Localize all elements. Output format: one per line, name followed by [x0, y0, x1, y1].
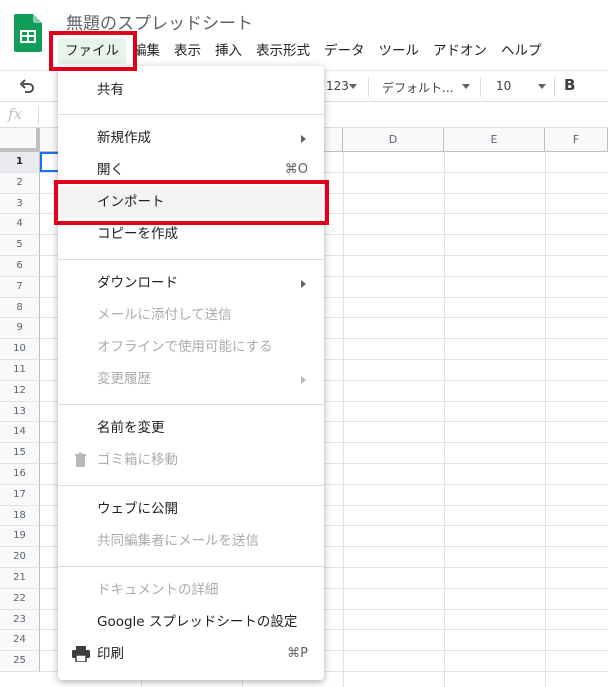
- row-header[interactable]: 16: [0, 464, 40, 485]
- menu-divider: [58, 566, 324, 567]
- bold-button[interactable]: B: [564, 76, 575, 94]
- highlight-box-file-menu: [49, 31, 137, 71]
- menu-item-settings[interactable]: Google スプレッドシートの設定: [58, 606, 324, 638]
- row-header[interactable]: 9: [0, 318, 40, 340]
- undo-icon[interactable]: [18, 77, 36, 95]
- grid-line: [545, 152, 546, 687]
- menu-item-email-collaborators: 共同編集者にメールを送信: [97, 533, 259, 549]
- column-header-d[interactable]: D: [343, 128, 444, 152]
- column-header-f[interactable]: F: [545, 128, 608, 152]
- sheets-logo-icon: [14, 14, 42, 52]
- column-header-e[interactable]: E: [444, 128, 545, 152]
- row-header[interactable]: 3: [0, 193, 40, 215]
- row-header[interactable]: 4: [0, 214, 40, 236]
- menu-item-publish-web[interactable]: ウェブに公開: [58, 493, 324, 525]
- menu-divider: [58, 259, 324, 260]
- row-header[interactable]: 8: [0, 297, 40, 319]
- row-header[interactable]: 22: [0, 588, 40, 610]
- menu-item-print[interactable]: 印刷 ⌘P: [58, 638, 324, 670]
- row-header[interactable]: 17: [0, 484, 40, 506]
- row-header[interactable]: 5: [0, 235, 40, 256]
- row-header[interactable]: 6: [0, 256, 40, 277]
- menu-divider: [58, 485, 324, 486]
- row-header[interactable]: 24: [0, 630, 40, 652]
- chevron-down-icon: [538, 84, 546, 89]
- menu-item-new[interactable]: 新規作成: [58, 122, 324, 154]
- menu-item-download[interactable]: ダウンロード: [58, 267, 324, 299]
- row-header[interactable]: 2: [0, 172, 40, 194]
- menu-data[interactable]: データ: [317, 38, 372, 64]
- grid-line: [343, 152, 344, 687]
- menu-insert[interactable]: 挿入: [208, 38, 249, 64]
- row-header[interactable]: 12: [0, 380, 40, 402]
- row-header[interactable]: 18: [0, 505, 40, 527]
- grid-line: [444, 152, 445, 687]
- row-header[interactable]: 1: [0, 152, 40, 173]
- submenu-arrow-icon: [301, 280, 306, 288]
- select-all-corner[interactable]: [0, 128, 40, 152]
- menu-item-version-history: 変更履歴: [58, 363, 324, 395]
- row-header[interactable]: 13: [0, 401, 40, 423]
- row-header[interactable]: 15: [0, 443, 40, 464]
- menu-item-document-details: ドキュメントの詳細: [97, 582, 219, 598]
- row-header[interactable]: 23: [0, 609, 40, 631]
- menu-divider: [58, 404, 324, 405]
- row-header[interactable]: 21: [0, 568, 40, 589]
- shortcut-label: ⌘P: [287, 646, 308, 661]
- toolbar-divider: [368, 77, 369, 97]
- row-header[interactable]: 25: [0, 651, 40, 672]
- row-header[interactable]: 7: [0, 276, 40, 298]
- trash-icon: [75, 452, 86, 467]
- submenu-arrow-icon: [301, 376, 306, 384]
- row-header[interactable]: 20: [0, 547, 40, 568]
- submenu-arrow-icon: [301, 135, 306, 143]
- toolbar-divider: [480, 77, 481, 97]
- menu-item-move-to-trash: ゴミ箱に移動: [58, 444, 324, 476]
- menu-divider: [58, 114, 324, 115]
- number-format-button[interactable]: 123: [326, 79, 349, 93]
- menu-item-share[interactable]: 共有: [58, 74, 324, 106]
- menu-addons[interactable]: アドオン: [426, 38, 494, 64]
- highlight-box-import: [54, 180, 329, 225]
- menu-item-offline: オフラインで使用可能にする: [97, 339, 273, 355]
- menu-item-rename[interactable]: 名前を変更: [58, 412, 324, 444]
- fx-icon: fx: [8, 105, 23, 123]
- chevron-down-icon: [349, 84, 357, 89]
- row-header[interactable]: 14: [0, 422, 40, 444]
- menu-item-email-attachment: メールに添付して送信: [97, 307, 232, 323]
- toolbar-divider: [554, 77, 555, 97]
- row-header[interactable]: 19: [0, 526, 40, 548]
- chevron-down-icon: [462, 84, 470, 89]
- menu-view[interactable]: 表示: [167, 38, 208, 64]
- menu-help[interactable]: ヘルプ: [494, 38, 549, 64]
- menu-format[interactable]: 表示形式: [249, 38, 317, 64]
- font-family-select[interactable]: デフォルト...: [382, 79, 453, 96]
- font-size-select[interactable]: 10: [496, 79, 511, 93]
- menu-tools[interactable]: ツール: [372, 38, 427, 64]
- printer-icon: [72, 646, 90, 662]
- file-menu-dropdown: 共有 新規作成 開く ⌘O インポート コピーを作成 ダウンロード メールに添付…: [58, 66, 324, 680]
- row-header[interactable]: 11: [0, 360, 40, 381]
- row-header[interactable]: 10: [0, 339, 40, 360]
- formula-bar-divider: [38, 106, 39, 124]
